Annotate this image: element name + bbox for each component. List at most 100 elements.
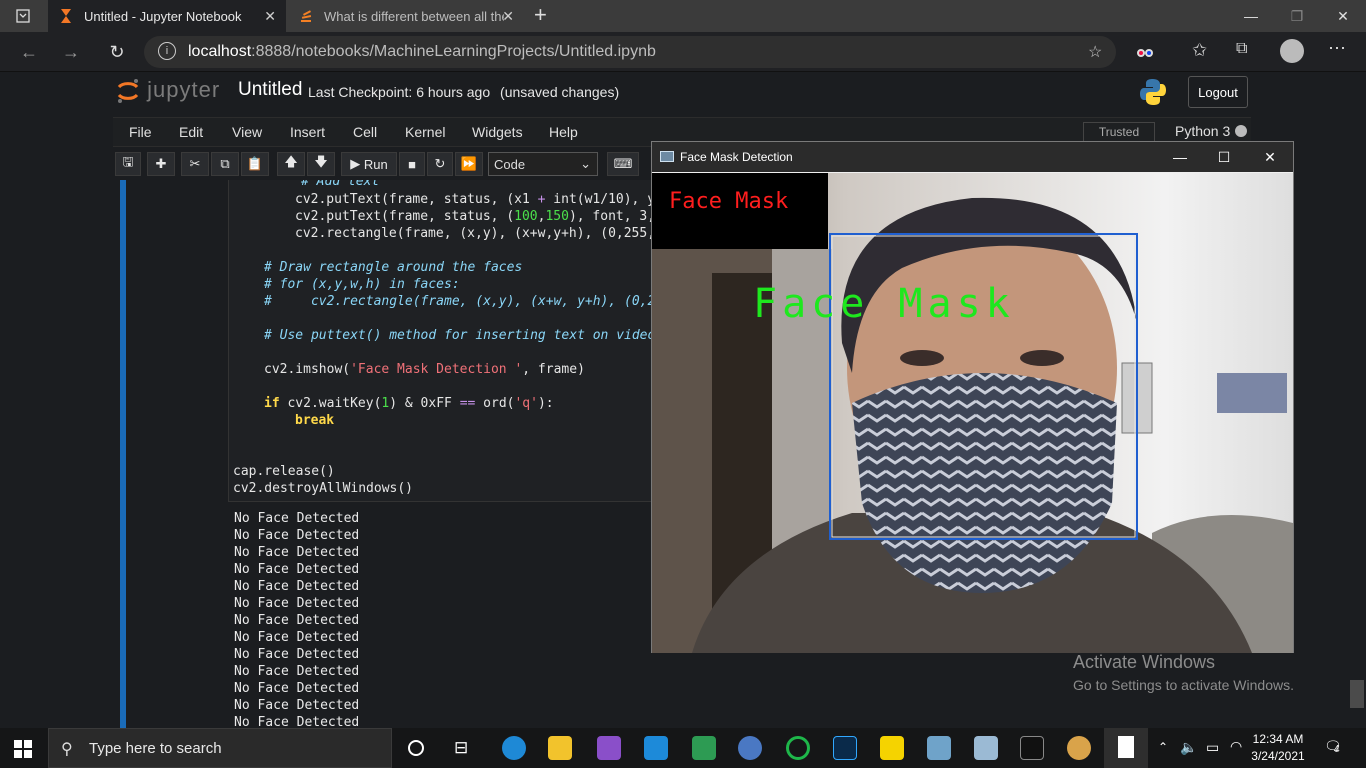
menu-kernel[interactable]: Kernel (405, 124, 445, 140)
tab-actions-icon[interactable] (0, 0, 46, 32)
kernel-name[interactable]: Python 3 (1175, 123, 1230, 139)
move-down-icon[interactable]: 🡇 (307, 152, 335, 176)
menu-help[interactable]: Help (549, 124, 578, 140)
extension-icon[interactable] (1136, 44, 1154, 60)
close-icon[interactable]: ✕ (1247, 142, 1293, 172)
url-field[interactable]: i localhost:8888/notebooks/MachineLearni… (144, 36, 1116, 68)
menu-view[interactable]: View (232, 124, 262, 140)
task-view-icon[interactable]: ⊟ (454, 738, 468, 758)
move-up-icon[interactable]: 🡅 (277, 152, 305, 176)
code-cell[interactable]: # Add text cv2.putText(frame, status, (x… (228, 180, 652, 502)
fast-forward-icon[interactable]: ⏩ (455, 152, 483, 176)
output-line: No Face Detected (234, 681, 360, 696)
paint-icon[interactable] (1067, 736, 1091, 760)
notebook-title[interactable]: Untitled (238, 79, 302, 101)
photoshop-icon[interactable] (833, 736, 857, 760)
tab-stackoverflow[interactable]: What is different between all the ✕ (288, 0, 524, 32)
cv-window[interactable]: Face Mask Detection — ☐ ✕ Face Mask Face… (651, 141, 1294, 653)
cut-icon[interactable]: ✂ (181, 152, 209, 176)
copy-icon[interactable]: ⧉ (211, 152, 239, 176)
snipping-tool-icon[interactable] (927, 736, 951, 760)
restore-icon[interactable]: ❐ (1274, 0, 1320, 32)
stackoverflow-icon (301, 10, 312, 22)
forward-icon[interactable]: → (58, 40, 84, 64)
code-line: cv2.putText(frame, status, (x1 + int(w1/… (295, 192, 652, 207)
url-path: :8888/notebooks/MachineLearningProjects/… (251, 43, 656, 60)
menu-cell[interactable]: Cell (353, 124, 377, 140)
restart-icon[interactable]: ↻ (427, 152, 453, 176)
wifi-icon[interactable]: ◠ (1230, 738, 1242, 755)
run-label: Run (363, 156, 388, 172)
minimize-icon[interactable]: — (1228, 0, 1274, 32)
battery-icon[interactable]: ▭ (1206, 739, 1219, 756)
close-icon[interactable]: ✕ (264, 8, 276, 25)
output-line: No Face Detected (234, 528, 360, 543)
close-icon[interactable]: ✕ (502, 8, 514, 25)
collections-icon[interactable]: ⧉ (1236, 40, 1247, 58)
cell-type-value: Code (494, 156, 526, 172)
menu-file[interactable]: File (129, 124, 152, 140)
menu-insert[interactable]: Insert (290, 124, 325, 140)
run-button[interactable]: ▶ Run (341, 152, 397, 176)
taskbar-search-input[interactable]: ⚲ Type here to search (48, 728, 392, 768)
keyboard-icon[interactable]: ⌨ (607, 152, 639, 176)
info-icon[interactable]: i (158, 42, 176, 60)
scrollbar-thumb[interactable] (1350, 680, 1364, 708)
notification-icon[interactable]: 🗨 4 (1324, 738, 1344, 758)
status-label-large: Face Mask (753, 281, 1015, 327)
more-icon[interactable]: ⋯ (1328, 38, 1346, 59)
chevron-down-icon: ⌄ (580, 156, 591, 171)
jupyter-logo-icon (117, 79, 139, 104)
save-icon[interactable]: 🖫 (115, 152, 141, 176)
trusted-indicator[interactable]: Trusted (1083, 122, 1155, 142)
cv-window-titlebar[interactable]: Face Mask Detection — ☐ ✕ (652, 142, 1293, 172)
tray-chevron-icon[interactable]: ⌃ (1158, 740, 1168, 754)
menu-widgets[interactable]: Widgets (472, 124, 523, 140)
terminal-icon[interactable] (1020, 736, 1044, 760)
edge-icon[interactable] (502, 736, 526, 760)
cell-type-select[interactable]: Code ⌄ (488, 152, 598, 176)
maximize-icon[interactable]: ☐ (1201, 142, 1247, 172)
insert-cell-icon[interactable]: ✚ (147, 152, 175, 176)
clock-date: 3/24/2021 (1251, 749, 1305, 763)
menu-edit[interactable]: Edit (179, 124, 203, 140)
code-comment: # Draw rectangle around the faces (264, 260, 523, 275)
output-line: No Face Detected (234, 613, 360, 628)
excel-like-icon[interactable] (692, 736, 716, 760)
window-close-icon[interactable]: ✕ (1320, 0, 1366, 32)
paste-icon[interactable]: 📋 (241, 152, 269, 176)
scrollbar-track[interactable] (1348, 180, 1366, 728)
output-line: No Face Detected (234, 698, 360, 713)
minimize-icon[interactable]: — (1157, 142, 1203, 172)
favorites-icon[interactable]: ✩ (1192, 40, 1207, 61)
code-line: cv2.rectangle(frame, (x,y), (x+w,y+h), (… (295, 226, 652, 241)
jupyter-logo[interactable]: jupyter (116, 77, 220, 104)
stop-icon[interactable]: ■ (399, 152, 425, 176)
volume-icon[interactable]: 🔈 (1180, 739, 1197, 756)
taskbar-clock[interactable]: 12:34 AM 3/24/2021 (1248, 731, 1308, 765)
search-icon: ⚲ (61, 741, 73, 758)
activate-windows-watermark: Activate Windows Go to Settings to activ… (1073, 652, 1294, 693)
logout-button[interactable]: Logout (1188, 76, 1248, 108)
back-icon[interactable]: ← (16, 40, 42, 64)
sticky-notes-icon[interactable] (880, 736, 904, 760)
spinner-app-icon[interactable] (786, 736, 810, 760)
active-app-highlight[interactable] (1104, 728, 1148, 768)
cortana-icon[interactable] (408, 740, 424, 756)
new-tab-button[interactable]: + (534, 4, 554, 28)
jupyter-logo-text: jupyter (147, 77, 221, 102)
windows-start-icon[interactable] (14, 740, 32, 758)
output-line: No Face Detected (234, 579, 360, 594)
r-icon[interactable] (738, 736, 762, 760)
visual-studio-icon[interactable] (597, 736, 621, 760)
tab-jupyter[interactable]: Untitled - Jupyter Notebook ✕ (48, 0, 286, 32)
file-explorer-icon[interactable] (548, 736, 572, 760)
output-line: No Face Detected (234, 562, 360, 577)
vscode-icon[interactable] (644, 736, 668, 760)
activate-subtitle: Go to Settings to activate Windows. (1073, 677, 1294, 693)
favorite-add-icon[interactable]: ☆ (1088, 42, 1102, 62)
refresh-icon[interactable]: ↻ (104, 40, 130, 64)
avatar[interactable] (1280, 39, 1304, 63)
kernel-status-indicator (1235, 125, 1247, 137)
monitor-app-icon[interactable] (974, 736, 998, 760)
